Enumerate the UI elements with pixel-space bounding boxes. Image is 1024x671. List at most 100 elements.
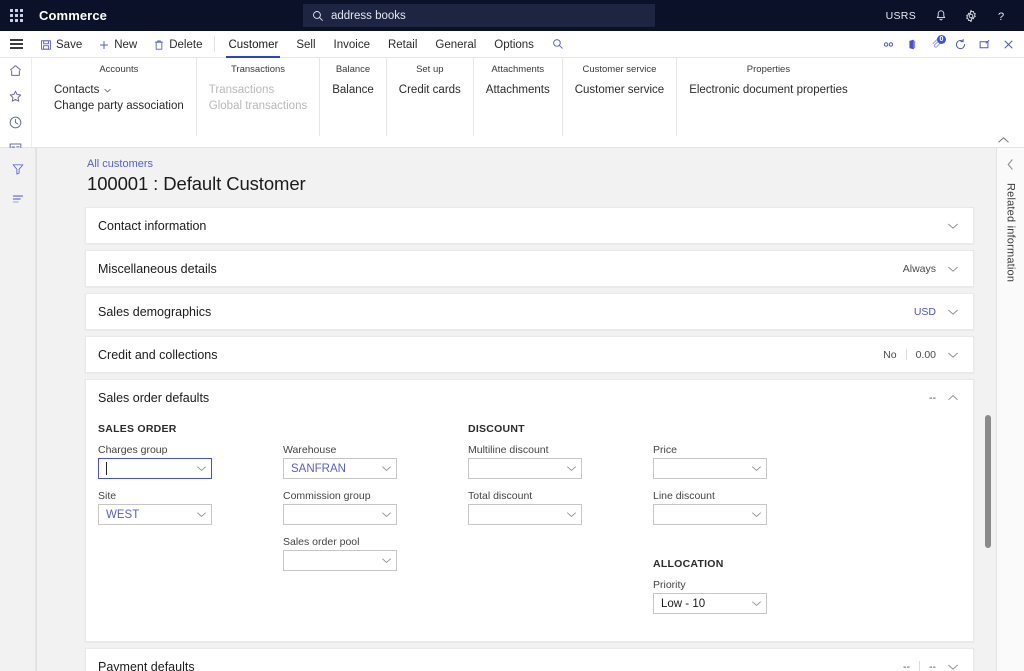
fasttab-header[interactable]: Contact information	[86, 208, 973, 243]
new-button[interactable]: New	[90, 31, 145, 58]
fasttab-list: Contact information Miscellaneous detail…	[37, 201, 996, 671]
fasttab-header[interactable]: Miscellaneous details Always	[86, 251, 973, 286]
trash-icon	[153, 39, 165, 51]
chevron-down-icon[interactable]	[196, 511, 207, 518]
office-apps-icon[interactable]	[900, 31, 924, 58]
notifications-bell-icon[interactable]	[926, 0, 956, 31]
ribbon-link-balance[interactable]: Balance	[332, 82, 374, 98]
ribbon-link-credit-cards[interactable]: Credit cards	[399, 82, 461, 98]
refresh-icon[interactable]	[948, 31, 972, 58]
chevron-down-icon[interactable]	[947, 308, 959, 316]
settings-gear-icon[interactable]	[956, 0, 986, 31]
sales-order-pool-input[interactable]	[283, 550, 397, 571]
chevron-up-icon[interactable]	[947, 394, 959, 402]
tab-general[interactable]: General	[426, 31, 485, 58]
line-discount-input[interactable]	[653, 504, 767, 525]
priority-input[interactable]: Low - 10	[653, 593, 767, 614]
breadcrumb[interactable]: All customers	[87, 158, 996, 170]
total-discount-input[interactable]	[468, 504, 582, 525]
summary-lines-icon[interactable]	[7, 190, 29, 208]
group-label-sales-order: SALES ORDER	[98, 423, 283, 435]
field-multiline-discount: Multiline discount	[468, 444, 653, 479]
sales-order-defaults-body: SALES ORDER Charges group	[86, 415, 973, 641]
recent-clock-icon[interactable]	[5, 115, 27, 130]
command-bar-right-icons: 0	[876, 31, 1020, 58]
user-initials[interactable]: USRS	[876, 10, 926, 22]
price-input[interactable]	[653, 458, 767, 479]
chevron-left-icon[interactable]	[1006, 158, 1015, 171]
field-label: Commission group	[283, 490, 468, 502]
charges-group-input[interactable]	[98, 458, 212, 479]
field-label: Price	[653, 444, 838, 456]
chevron-down-icon[interactable]	[381, 465, 392, 472]
app-launcher-icon[interactable]	[0, 0, 32, 31]
svg-text:?: ?	[998, 10, 1004, 22]
tab-sell[interactable]: Sell	[287, 31, 324, 58]
chevron-down-icon[interactable]	[947, 265, 959, 273]
group-label-spacer	[283, 423, 468, 435]
save-button[interactable]: Save	[32, 31, 90, 58]
group-label-discount: DISCOUNT	[468, 423, 653, 435]
vertical-scrollbar-thumb[interactable]	[985, 415, 991, 548]
global-search-input[interactable]: address books	[331, 10, 406, 22]
favorites-star-icon[interactable]	[5, 89, 27, 104]
chevron-down-icon[interactable]	[196, 465, 207, 472]
chevron-down-icon[interactable]	[751, 465, 762, 472]
site-input[interactable]: WEST	[98, 504, 212, 525]
related-information-panel[interactable]: Related information	[996, 148, 1024, 671]
global-search-box[interactable]: address books	[303, 4, 655, 27]
app-brand-title[interactable]: Commerce	[39, 8, 107, 23]
ribbon-link-electronic-document-properties[interactable]: Electronic document properties	[689, 82, 848, 98]
tab-invoice[interactable]: Invoice	[325, 31, 379, 58]
navigation-menu-icon[interactable]	[0, 31, 32, 57]
chevron-down-icon[interactable]	[947, 222, 959, 230]
ribbon-group-accounts: Accounts Contacts Change party associati…	[42, 58, 197, 136]
fasttab-title: Sales order defaults	[98, 391, 929, 405]
home-icon[interactable]	[5, 63, 27, 78]
delete-button[interactable]: Delete	[145, 31, 210, 58]
fasttab-summary: -- --	[903, 661, 936, 671]
fasttab-header[interactable]: Sales order defaults --	[86, 380, 973, 415]
chevron-down-icon[interactable]	[381, 557, 392, 564]
site-value: WEST	[106, 509, 193, 521]
popout-window-icon[interactable]	[972, 31, 996, 58]
share-link-icon[interactable]	[876, 31, 900, 58]
customer-detail-page: All customers 100001 : Default Customer …	[36, 148, 996, 671]
fasttab-contact-information: Contact information	[85, 207, 974, 244]
chevron-down-icon[interactable]	[947, 663, 959, 671]
multiline-discount-input[interactable]	[468, 458, 582, 479]
summary-value: --	[903, 661, 910, 671]
chevron-down-icon[interactable]	[947, 351, 959, 359]
chevron-down-icon[interactable]	[751, 600, 762, 607]
tab-options[interactable]: Options	[485, 31, 543, 58]
warehouse-input[interactable]: SANFRAN	[283, 458, 397, 479]
command-separator	[214, 36, 215, 52]
ribbon-link-contacts[interactable]: Contacts	[54, 82, 112, 98]
commission-group-input[interactable]	[283, 504, 397, 525]
field-label: Warehouse	[283, 444, 468, 456]
fasttab-sales-demographics: Sales demographics USD	[85, 293, 974, 330]
toolbar-search-icon[interactable]	[543, 31, 573, 57]
close-icon[interactable]	[996, 31, 1020, 58]
fasttab-header[interactable]: Payment defaults -- --	[86, 649, 973, 671]
chevron-down-icon[interactable]	[566, 465, 577, 472]
filter-funnel-icon[interactable]	[7, 160, 29, 178]
fasttab-header[interactable]: Sales demographics USD	[86, 294, 973, 329]
field-label: Site	[98, 490, 283, 502]
fasttab-header[interactable]: Credit and collections No 0.00	[86, 337, 973, 372]
ribbon-link-attachments[interactable]: Attachments	[486, 82, 550, 98]
tab-customer[interactable]: Customer	[219, 31, 287, 58]
chevron-down-icon[interactable]	[381, 511, 392, 518]
attachments-icon[interactable]: 0	[924, 31, 948, 58]
field-site: Site WEST	[98, 490, 283, 525]
chevron-down-icon[interactable]	[751, 511, 762, 518]
field-price: Price	[653, 444, 838, 479]
ribbon-link-change-party-association[interactable]: Change party association	[54, 98, 184, 114]
ribbon-link-label: Global transactions	[209, 98, 307, 114]
chevron-down-icon[interactable]	[566, 511, 577, 518]
tab-retail[interactable]: Retail	[379, 31, 426, 58]
ribbon-link-customer-service[interactable]: Customer service	[575, 82, 664, 98]
help-question-icon[interactable]: ?	[986, 0, 1016, 31]
ribbon-group-title: Balance	[332, 64, 374, 75]
collapse-ribbon-chevron-up[interactable]	[997, 136, 1010, 145]
